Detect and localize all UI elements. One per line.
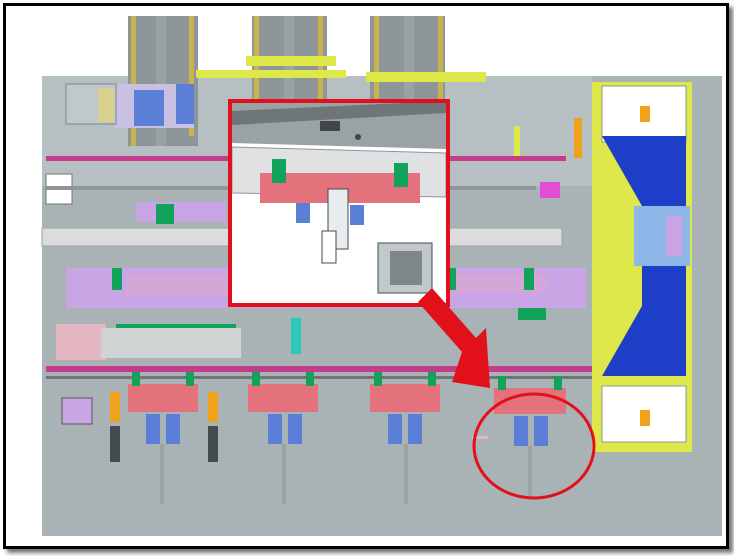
mid-block-gray [101, 328, 241, 358]
yellow-triangle-1 [514, 126, 520, 156]
cyan-block [291, 318, 301, 354]
zoom-inset [228, 99, 450, 307]
lower-rail-2 [46, 376, 592, 379]
inset-clamp-right [394, 163, 408, 187]
figure-frame [3, 3, 729, 549]
inset-mount-inner [390, 251, 422, 285]
blue-rail-small [136, 202, 226, 222]
magenta-block [540, 182, 560, 198]
green-clamp-1 [112, 268, 122, 290]
green-bar [116, 324, 236, 328]
left-bottom-module [61, 397, 93, 425]
inset-clamp-left [272, 159, 286, 183]
mid-block-white [56, 324, 106, 360]
inset-drawing [232, 103, 446, 303]
inset-hole [355, 134, 361, 140]
yellow-triangle-2 [574, 118, 582, 158]
lower-rail [46, 366, 592, 372]
inset-cylinder-1 [296, 203, 310, 223]
yellow-bar-top [196, 70, 346, 78]
green-mid [156, 204, 174, 224]
inset-cylinder-2 [350, 205, 364, 225]
left-motor-panel [98, 88, 114, 122]
inset-rail-slot [320, 121, 340, 131]
green-clamp-3 [524, 268, 534, 290]
left-block [134, 90, 164, 126]
right-platform [592, 82, 692, 452]
inset-rod [321, 230, 337, 264]
